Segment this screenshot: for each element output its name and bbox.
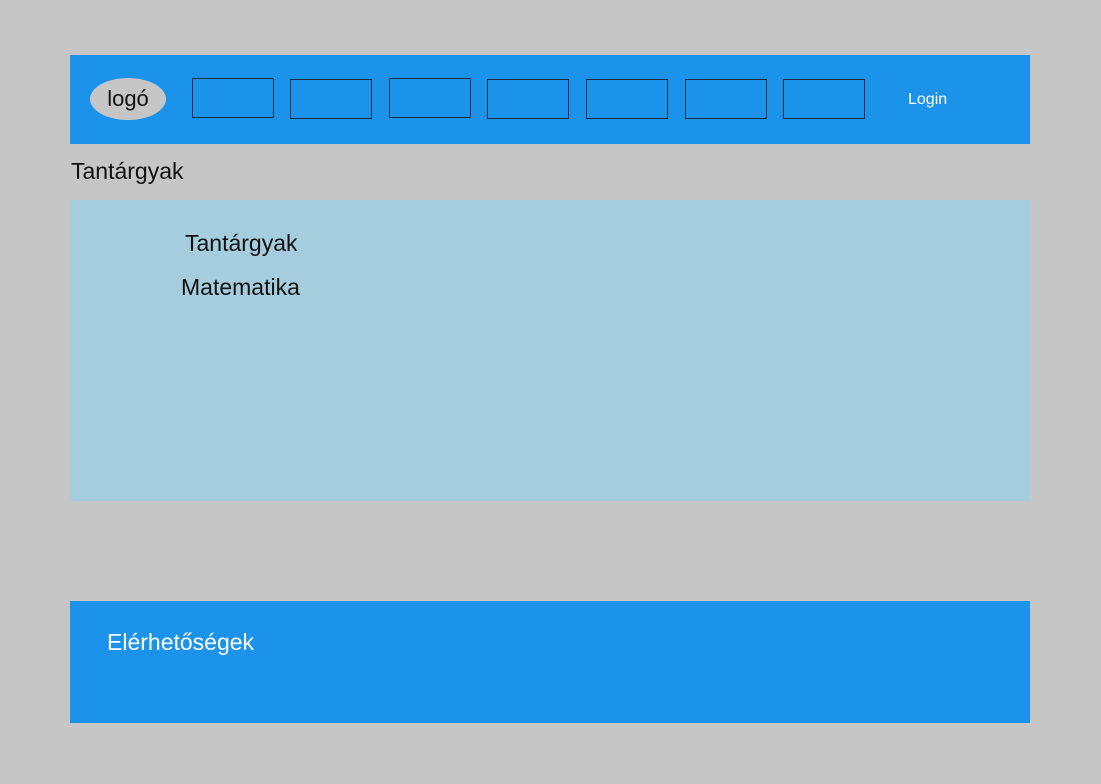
top-navbar: logó Login <box>70 55 1030 144</box>
nav-item-2[interactable] <box>290 79 372 119</box>
nav-item-6[interactable] <box>685 79 767 119</box>
nav-item-5[interactable] <box>586 79 668 119</box>
footer-contact-link[interactable]: Elérhetőségek <box>107 629 254 656</box>
content-panel: Tantárgyak Matematika <box>70 200 1030 501</box>
nav-item-1[interactable] <box>192 78 274 118</box>
page: { "header": { "logo_text": "logó", "nav_… <box>0 0 1101 784</box>
content-heading: Tantárgyak <box>185 230 298 256</box>
footer: Elérhetőségek <box>70 601 1030 723</box>
nav-item-4[interactable] <box>487 79 569 119</box>
page-title: Tantárgyak <box>71 158 184 184</box>
nav-item-3[interactable] <box>389 78 471 118</box>
logo-text: logó <box>107 86 149 111</box>
nav-item-7[interactable] <box>783 79 865 119</box>
login-link[interactable]: Login <box>908 91 947 109</box>
logo[interactable]: logó <box>90 78 166 120</box>
subject-item-matematika[interactable]: Matematika <box>181 274 300 301</box>
